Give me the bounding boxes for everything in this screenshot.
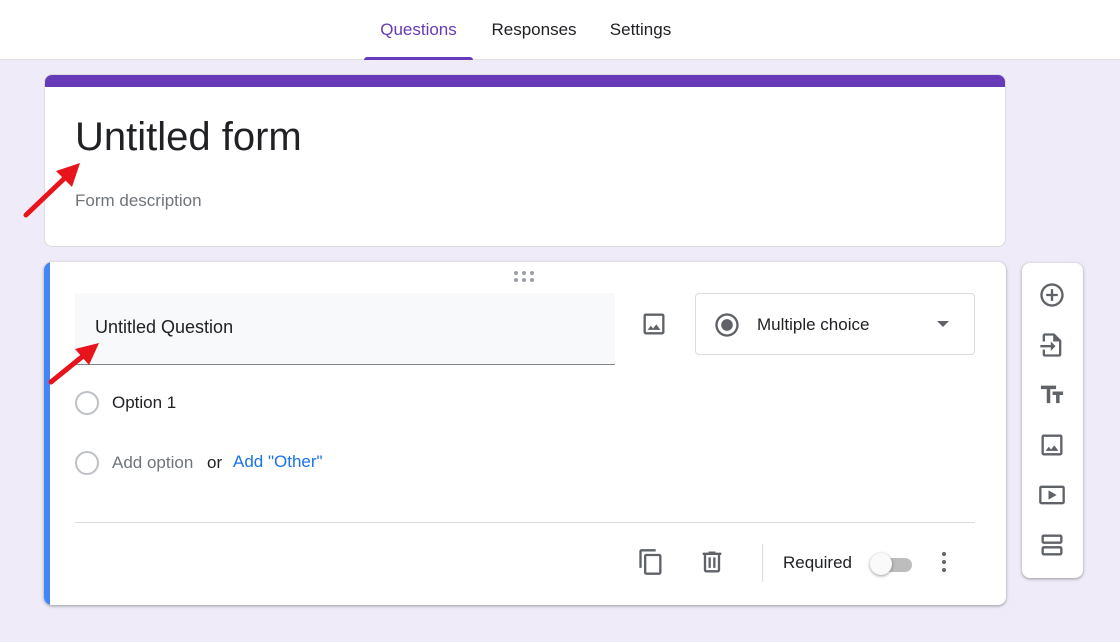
tab-questions-label: Questions	[380, 20, 457, 39]
form-description-field[interactable]: Form description	[75, 191, 202, 211]
more-options-icon[interactable]	[934, 549, 954, 575]
question-type-dropdown[interactable]: Multiple choice	[695, 293, 975, 355]
form-title[interactable]: Untitled form	[75, 115, 302, 160]
or-text: or	[207, 453, 223, 472]
annotation-arrow-icon	[48, 343, 99, 385]
radio-button-checked-icon	[713, 311, 741, 344]
question-type-label: Multiple choice	[757, 315, 870, 334]
dropdown-arrow-icon	[937, 321, 949, 327]
add-option-radio	[75, 451, 99, 475]
question-card[interactable]: Untitled Question Multiple choice Option…	[44, 262, 1006, 605]
tab-settings[interactable]: Settings	[597, 0, 684, 60]
required-label: Required	[783, 553, 852, 572]
tab-responses-label: Responses	[491, 20, 577, 39]
add-section-icon[interactable]	[1038, 531, 1066, 559]
form-title-card: Untitled form Form description	[44, 74, 1006, 247]
option-1-label[interactable]: Option 1	[112, 393, 176, 413]
question-title-text: Untitled Question	[95, 317, 234, 337]
delete-icon[interactable]	[698, 548, 726, 576]
add-video-icon[interactable]	[1038, 481, 1066, 509]
import-questions-icon[interactable]	[1038, 331, 1066, 359]
duplicate-icon[interactable]	[637, 548, 665, 576]
add-option-button[interactable]: Add option	[112, 453, 193, 473]
required-toggle[interactable]	[870, 553, 914, 575]
annotation-arrow-icon	[23, 163, 80, 218]
drag-handle-icon[interactable]	[514, 271, 538, 283]
top-tab-bar: Questions Responses Settings	[0, 0, 1120, 60]
title-card-accent-band	[45, 75, 1005, 87]
card-footer-divider	[75, 522, 975, 523]
active-card-indicator	[44, 262, 50, 605]
add-image-to-question-icon[interactable]	[640, 310, 668, 338]
add-image-icon[interactable]	[1038, 431, 1066, 459]
tab-settings-label: Settings	[609, 20, 672, 39]
option-radio	[75, 391, 99, 415]
tab-responses[interactable]: Responses	[482, 0, 586, 60]
footer-separator	[762, 544, 763, 582]
tab-questions[interactable]: Questions	[364, 0, 473, 60]
toggle-thumb	[870, 553, 892, 575]
add-question-icon[interactable]	[1038, 281, 1066, 309]
question-title-input[interactable]: Untitled Question	[75, 293, 615, 365]
add-other-button[interactable]: Add "Other"	[233, 452, 323, 472]
side-toolbar	[1022, 263, 1083, 578]
add-title-icon[interactable]	[1038, 381, 1066, 409]
